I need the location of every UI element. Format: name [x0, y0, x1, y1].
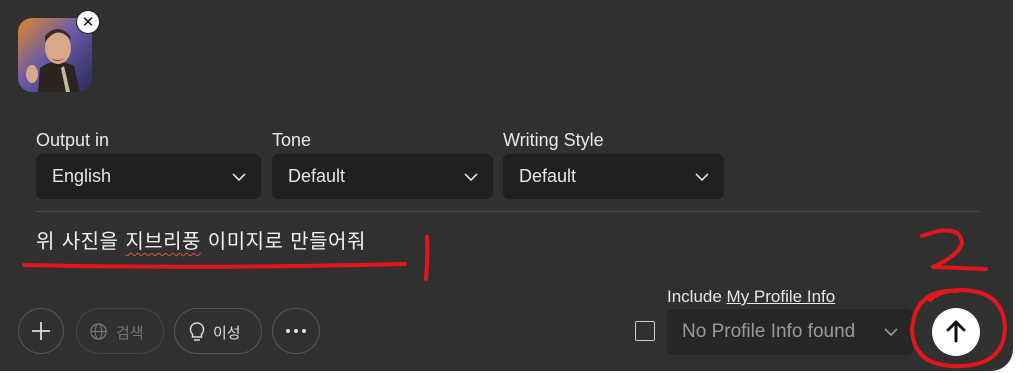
- chevron-down-icon: [695, 173, 709, 182]
- include-prefix: Include: [667, 287, 727, 306]
- globe-icon: [90, 323, 107, 340]
- reason-button[interactable]: 이성: [174, 308, 262, 354]
- writing-style-label: Writing Style: [503, 130, 604, 150]
- chevron-down-icon: [232, 173, 246, 182]
- chevron-down-icon: [884, 328, 898, 337]
- include-profile-label: Include My Profile Info: [667, 287, 835, 307]
- prompt-input[interactable]: 위 사진을 지브리풍 이미지로 만들어줘: [36, 225, 366, 254]
- tone-value: Default: [288, 166, 346, 186]
- composer-panel: ✕ Output in Tone Writing Style English D…: [0, 0, 1013, 371]
- chevron-down-icon: [464, 173, 478, 182]
- output-language-value: English: [52, 166, 112, 186]
- my-profile-info-link[interactable]: My Profile Info: [727, 287, 836, 306]
- profile-select[interactable]: No Profile Info found: [667, 309, 913, 355]
- reason-label: 이성: [213, 324, 241, 342]
- search-label: 검색: [116, 324, 144, 342]
- add-button[interactable]: [18, 308, 64, 354]
- more-icon: [286, 329, 306, 333]
- tone-select[interactable]: Default: [272, 154, 493, 199]
- close-icon: ✕: [81, 13, 95, 31]
- lightbulb-icon: [189, 322, 205, 341]
- plus-icon: [32, 322, 50, 340]
- writing-style-select[interactable]: Default: [503, 154, 724, 199]
- prompt-text-end: 이미지로 만들어줘: [200, 229, 366, 253]
- prompt-text-misspelled: 지브리풍: [125, 229, 201, 253]
- arrow-up-icon: [946, 320, 966, 343]
- writing-style-value: Default: [519, 166, 577, 186]
- output-label: Output in: [36, 130, 110, 150]
- divider: [36, 211, 979, 212]
- search-button[interactable]: 검색: [76, 308, 164, 354]
- profile-select-value: No Profile Info found: [682, 321, 856, 342]
- send-button[interactable]: [932, 308, 980, 356]
- prompt-text-start: 위 사진을: [36, 229, 126, 253]
- output-language-select[interactable]: English: [36, 154, 261, 199]
- include-profile-checkbox[interactable]: [635, 321, 655, 341]
- remove-image-button[interactable]: ✕: [77, 11, 99, 33]
- tone-label: Tone: [272, 130, 312, 150]
- more-button[interactable]: [272, 308, 320, 354]
